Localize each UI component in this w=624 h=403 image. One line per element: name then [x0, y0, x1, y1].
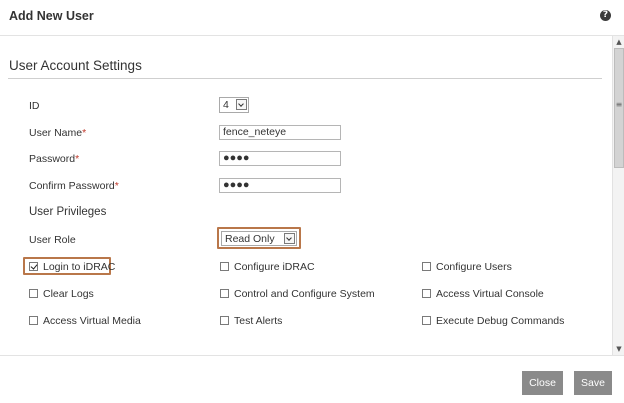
vertical-scrollbar[interactable]: ▲ ≡ ▼ [612, 36, 624, 355]
required-marker: * [82, 127, 87, 139]
confirm-password-label: Confirm Password* [29, 180, 119, 192]
access-virtual-media-checkbox[interactable] [29, 316, 38, 325]
scrollbar-thumb[interactable]: ≡ [614, 48, 624, 168]
login-to-idrac-checkbox[interactable] [29, 262, 38, 271]
id-select-value: 4 [223, 99, 229, 111]
access-virtual-console-label: Access Virtual Console [436, 288, 544, 300]
required-marker: * [75, 153, 80, 165]
access-virtual-console-checkbox[interactable] [422, 289, 431, 298]
execute-debug-commands-checkbox[interactable] [422, 316, 431, 325]
help-icon[interactable]: ? [600, 10, 611, 21]
user-name-input[interactable]: fence_neteye [219, 125, 341, 140]
confirm-password-input[interactable]: ●●●● [219, 178, 341, 193]
dialog-body: User Account Settings ID 4 User Name* fe… [0, 36, 612, 355]
clear-logs-label: Clear Logs [43, 288, 94, 300]
save-button[interactable]: Save [574, 371, 612, 395]
section-divider [8, 78, 602, 79]
user-privileges-title: User Privileges [29, 206, 107, 218]
clear-logs-checkbox[interactable] [29, 289, 38, 298]
user-name-label: User Name* [29, 127, 87, 139]
test-alerts-label: Test Alerts [234, 315, 283, 327]
close-button[interactable]: Close [522, 371, 563, 395]
grip-icon: ≡ [615, 100, 623, 109]
control-configure-system-label: Control and Configure System [234, 288, 375, 300]
scroll-up-icon[interactable]: ▲ [614, 37, 624, 47]
test-alerts-checkbox[interactable] [220, 316, 229, 325]
user-role-label: User Role [29, 234, 76, 246]
execute-debug-commands-label: Execute Debug Commands [436, 315, 565, 327]
id-select[interactable]: 4 [219, 97, 249, 113]
required-marker: * [114, 180, 119, 192]
login-to-idrac-label: Login to iDRAC [43, 261, 116, 273]
control-configure-system-checkbox[interactable] [220, 289, 229, 298]
dialog-title: Add New User [9, 9, 94, 23]
section-title: User Account Settings [9, 58, 142, 73]
access-virtual-media-label: Access Virtual Media [43, 315, 141, 327]
configure-idrac-checkbox[interactable] [220, 262, 229, 271]
configure-idrac-label: Configure iDRAC [234, 261, 315, 273]
chevron-down-icon [284, 233, 295, 244]
dialog-footer: Close Save [0, 355, 624, 403]
chevron-down-icon [236, 99, 247, 110]
user-role-select[interactable]: Read Only [221, 231, 297, 246]
dialog-header: Add New User ? [0, 0, 624, 36]
scroll-down-icon[interactable]: ▼ [614, 344, 624, 354]
user-role-value: Read Only [225, 233, 275, 245]
configure-users-checkbox[interactable] [422, 262, 431, 271]
password-label: Password* [29, 153, 80, 165]
password-input[interactable]: ●●●● [219, 151, 341, 166]
id-label: ID [29, 100, 40, 112]
configure-users-label: Configure Users [436, 261, 512, 273]
